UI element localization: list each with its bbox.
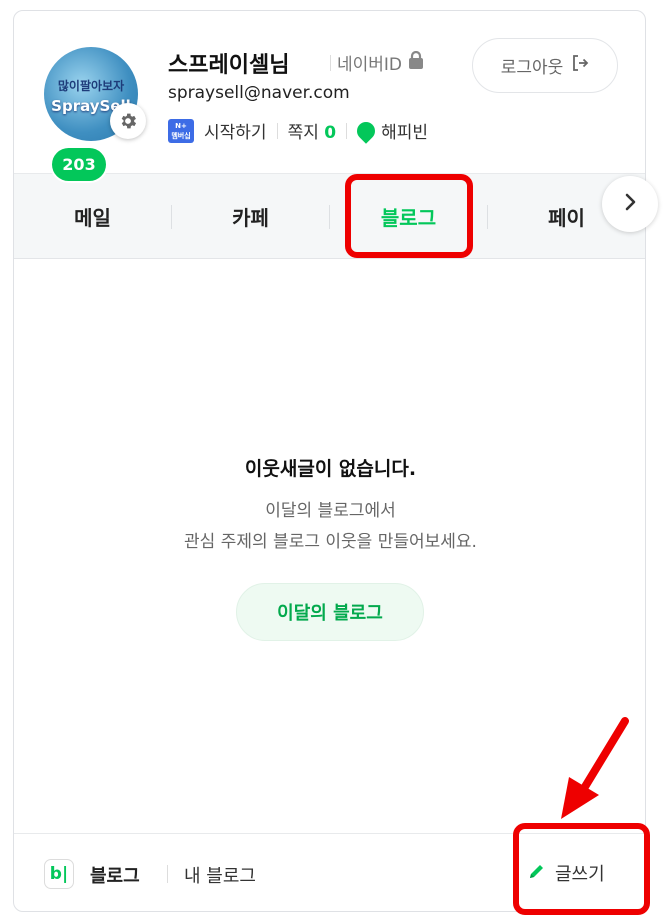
blog-logo-icon: b| [44, 859, 74, 889]
profile-links: N+ 멤버십 시작하기 쪽지 0 해피빈 [168, 117, 429, 144]
write-post-button[interactable]: 글쓰기 [527, 860, 605, 886]
tab-mail[interactable]: 메일 [14, 174, 171, 258]
naver-plus-membership-icon[interactable]: N+ 멤버십 [168, 118, 194, 143]
empty-state-title: 이웃새글이 없습니다. [244, 458, 417, 480]
tab-blog[interactable]: 블로그 [330, 174, 487, 258]
user-email: spraysell@naver.com [168, 83, 350, 103]
mail-count-badge: 203 [52, 148, 106, 181]
service-tab-bar: 메일 카페 블로그 페이 [14, 173, 645, 259]
lock-icon [408, 50, 424, 74]
membership-start-link[interactable]: 시작하기 [204, 118, 267, 143]
avatar-text-line1: 많이팔아보자 [57, 79, 125, 93]
divider [276, 122, 278, 139]
naver-id-link[interactable]: 네이버ID [330, 50, 424, 75]
happybean-icon [353, 117, 379, 144]
divider [167, 865, 168, 883]
tab-cafe[interactable]: 카페 [172, 174, 329, 258]
logout-button[interactable]: 로그아웃 [472, 38, 618, 93]
note-count: 0 [324, 123, 337, 143]
pencil-icon [527, 861, 547, 886]
logout-icon [571, 54, 589, 77]
annotation-arrow-icon [561, 717, 629, 819]
happybean-label: 해피빈 [381, 123, 429, 143]
note-label: 쪽지 [287, 123, 319, 143]
happybean-link[interactable]: 해피빈 [353, 117, 429, 144]
membership-icon-text-bottom: 멤버십 [171, 131, 191, 140]
blog-home-link[interactable]: 블로그 [90, 862, 140, 888]
blog-of-month-button[interactable]: 이달의 블로그 [236, 583, 424, 641]
empty-state-desc-line1: 이달의 블로그에서 [265, 501, 396, 521]
write-label: 글쓰기 [555, 864, 605, 885]
logout-label: 로그아웃 [500, 58, 564, 78]
divider [346, 122, 348, 139]
naver-id-label: 네이버ID [337, 55, 403, 75]
divider [330, 54, 331, 71]
empty-state-description: 이달의 블로그에서 관심 주제의 블로그 이웃을 만들어보세요. [14, 496, 645, 558]
next-tab-button[interactable] [602, 176, 658, 232]
empty-state-desc-line2: 관심 주제의 블로그 이웃을 만들어보세요. [184, 532, 477, 552]
profile-card: 많이팔아보자 SpraySell 스프레이셀님 네이버ID spraysell@… [13, 10, 646, 912]
settings-gear-icon[interactable] [110, 103, 146, 139]
note-link[interactable]: 쪽지 0 [288, 118, 337, 143]
my-blog-link[interactable]: 내 블로그 [184, 862, 256, 888]
membership-icon-text-top: N+ [175, 121, 187, 130]
footer: b| 블로그 내 블로그 글쓰기 [14, 833, 645, 911]
chevron-right-icon [623, 193, 637, 215]
user-name[interactable]: 스프레이셀님 [168, 47, 289, 79]
